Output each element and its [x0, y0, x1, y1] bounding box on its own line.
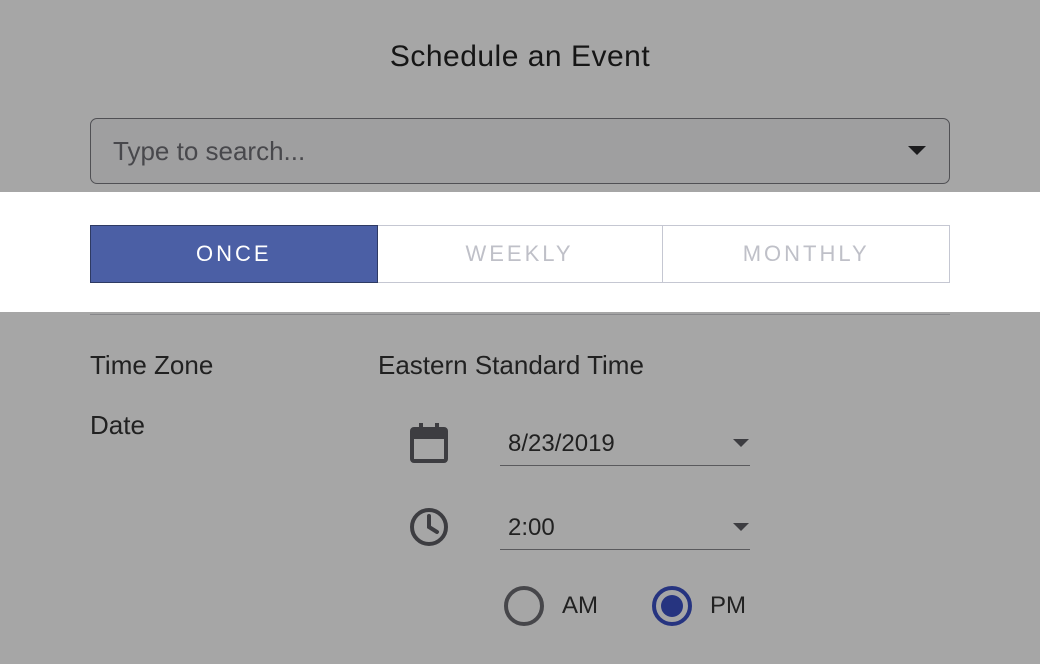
time-select[interactable]: 2:00: [500, 506, 750, 550]
am-radio[interactable]: AM: [504, 586, 598, 626]
ampm-group: AM PM: [504, 586, 746, 626]
pm-label: PM: [710, 592, 746, 620]
radio-icon: [504, 586, 544, 626]
search-input[interactable]: Type to search...: [113, 136, 907, 167]
date-value: 8/23/2019: [508, 430, 732, 458]
page-title: Schedule an Event: [0, 40, 1040, 74]
frequency-tabs: ONCE WEEKLY MONTHLY: [90, 225, 950, 283]
am-label: AM: [562, 592, 598, 620]
radio-icon: [652, 586, 692, 626]
timezone-value: Eastern Standard Time: [378, 350, 644, 381]
tab-weekly[interactable]: WEEKLY: [377, 226, 664, 282]
tab-once[interactable]: ONCE: [90, 225, 378, 283]
clock-icon: [408, 506, 450, 548]
tab-monthly[interactable]: MONTHLY: [663, 226, 949, 282]
search-combobox[interactable]: Type to search...: [90, 118, 950, 184]
chevron-down-icon: [732, 438, 750, 449]
date-label: Date: [90, 410, 145, 441]
calendar-icon: [408, 422, 450, 464]
time-value: 2:00: [508, 514, 732, 542]
timezone-label: Time Zone: [90, 350, 213, 381]
pm-radio[interactable]: PM: [652, 586, 746, 626]
chevron-down-icon: [907, 145, 927, 157]
date-select[interactable]: 8/23/2019: [500, 422, 750, 466]
chevron-down-icon: [732, 522, 750, 533]
divider: [90, 314, 950, 315]
